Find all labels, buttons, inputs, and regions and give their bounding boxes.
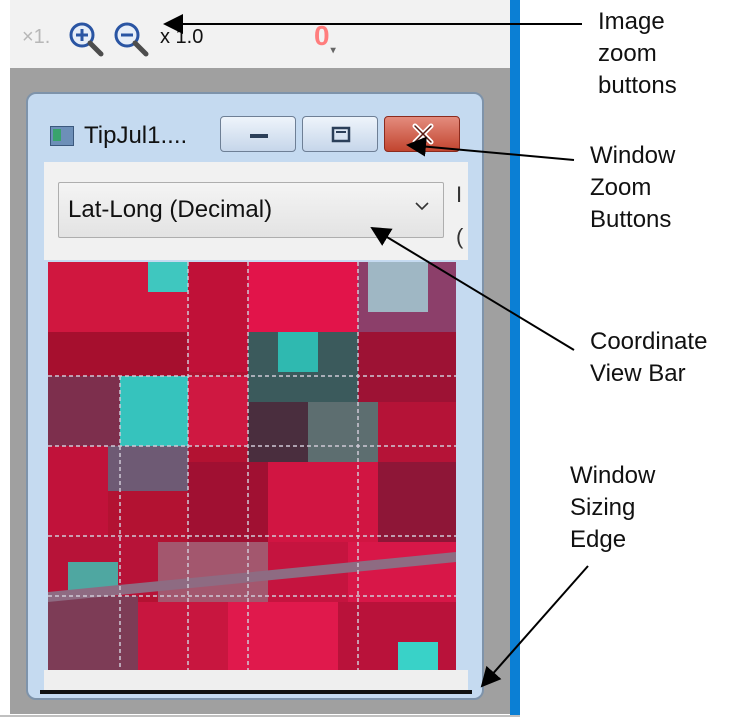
red-tool-label: 0 [314,20,330,51]
maximize-button[interactable] [302,116,378,152]
chevron-down-icon [415,202,429,211]
zoom-in-icon [69,22,104,57]
window-status-strip [44,670,468,692]
zoom-out-button[interactable] [112,20,150,58]
annotation-coordinate-view-bar: Coordinate View Bar [590,328,708,387]
window-sizing-edge[interactable] [40,690,472,694]
zoom-1x-button[interactable]: ×1. [22,26,50,49]
dropdown-arrow-icon: ▾ [330,45,336,56]
coordinate-field-label: I [456,182,463,207]
annotation-window-sizing-edge: Window Sizing Edge [570,462,656,553]
satellite-image[interactable] [48,262,456,670]
annotation-window-zoom-buttons: Window Zoom Buttons [590,142,676,233]
window-app-icon [50,126,74,146]
zoom-in-button[interactable] [67,20,105,58]
zoom-out-icon [114,22,149,57]
close-button[interactable] [384,116,460,152]
zoom-level-readout: x 1.0 [160,26,204,48]
bottom-separator [0,715,520,726]
minimize-button[interactable] [220,116,296,152]
coordinate-system-value: Lat-Long (Decimal) [68,196,273,223]
maximize-icon [331,126,351,143]
minimize-icon [250,134,268,138]
window-title: TipJul1.... [84,122,188,149]
red-tool-button[interactable]: 0▾ [314,20,336,56]
coordinate-field-label: ( [456,224,464,249]
annotation-image-zoom-buttons: Image zoom buttons [598,8,677,99]
close-icon [412,123,434,145]
app-window-edge [510,0,520,724]
satellite-image-canvas [48,262,456,670]
